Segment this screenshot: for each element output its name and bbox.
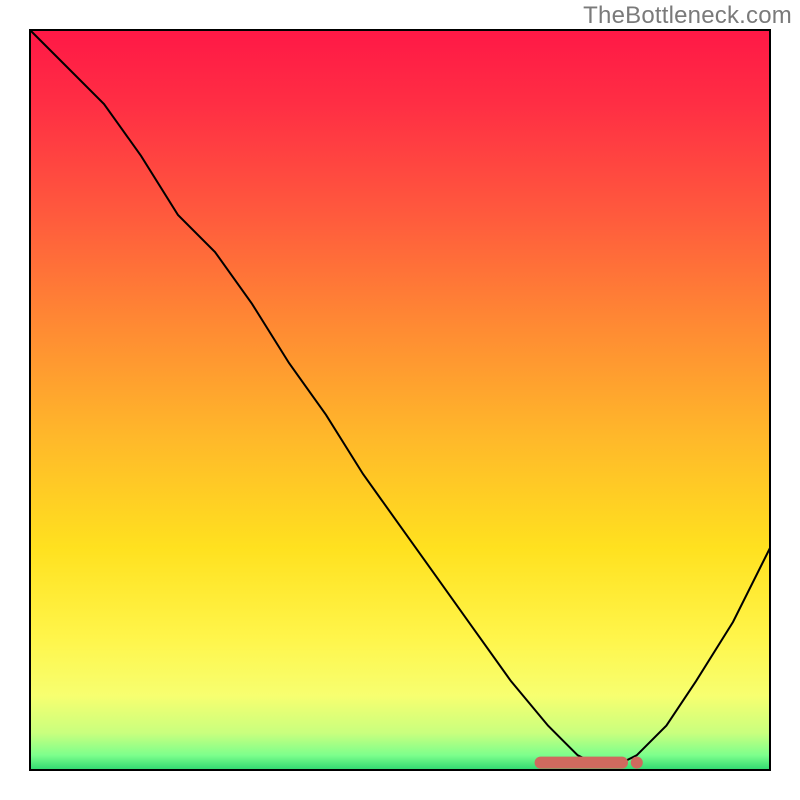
plot-background [30, 30, 770, 770]
watermark-text: TheBottleneck.com [583, 2, 792, 30]
optimal-marker-dot [631, 757, 643, 769]
chart-svg [0, 0, 800, 800]
